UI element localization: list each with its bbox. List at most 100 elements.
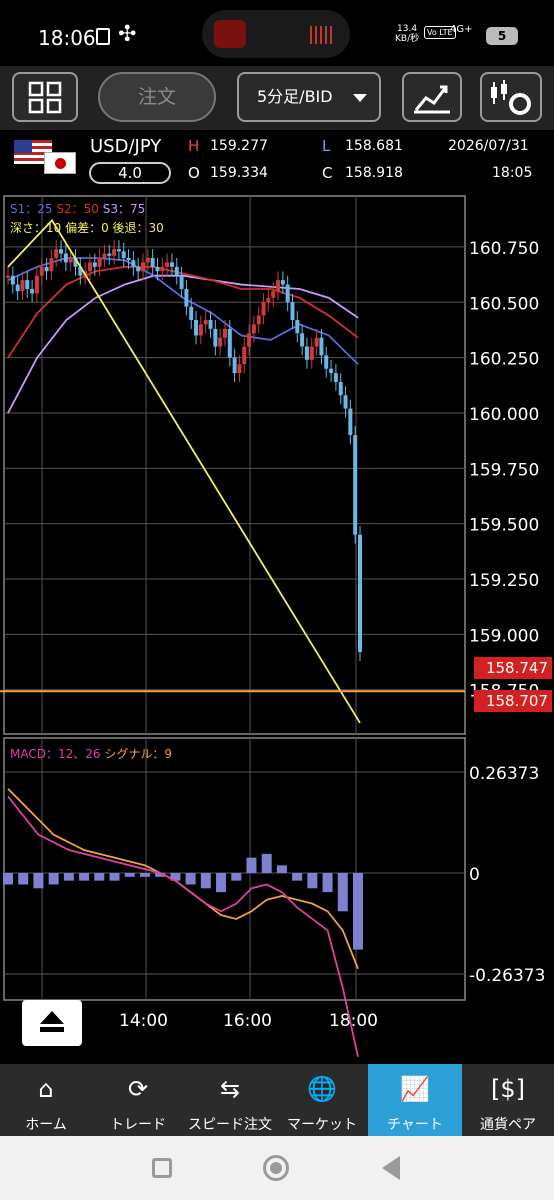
candle-body xyxy=(30,288,35,294)
candle-body xyxy=(198,324,203,336)
candle-body xyxy=(285,284,290,303)
macd-hist-bar xyxy=(276,865,287,873)
fan-icon: ✣ xyxy=(118,22,137,47)
macd-hist-bar xyxy=(353,873,363,950)
candle-body xyxy=(333,373,338,382)
close-label: C xyxy=(322,164,333,182)
quote-date: 2026/07/31 xyxy=(448,138,529,154)
candle-body xyxy=(343,395,348,409)
candle-body xyxy=(169,262,174,267)
grid-icon xyxy=(28,81,62,114)
candle-body xyxy=(174,266,179,276)
y-tick-label: 159.000 xyxy=(469,626,539,646)
eject-icon xyxy=(40,1011,64,1024)
candle-body xyxy=(155,266,160,272)
x-tick-label: 18:00 xyxy=(329,1011,378,1031)
chart-toolbar: 注文 5分足/BID xyxy=(0,66,554,130)
candle-body xyxy=(189,306,194,320)
home-circle-icon[interactable] xyxy=(263,1155,289,1181)
zigzag-legend: 深さ：10 偏差：0 後退：30 xyxy=(10,221,164,235)
trade-icon: ⟳ xyxy=(127,1075,149,1103)
candle-body xyxy=(112,249,117,256)
chart-settings-button[interactable] xyxy=(480,72,542,122)
candle-body xyxy=(116,249,121,252)
nav-trade[interactable]: ⟳ トレード xyxy=(92,1064,184,1136)
macd-hist-bar xyxy=(124,873,135,877)
signal-line xyxy=(7,788,359,970)
zigzag-line xyxy=(7,218,361,724)
camera-island xyxy=(202,10,350,58)
macd-hist-bar xyxy=(246,857,257,873)
chart-area[interactable]: 160.750 160.500 160.250 160.000 159.750 159.5… xyxy=(0,188,554,1064)
candle-body xyxy=(39,266,44,276)
candle-body xyxy=(227,328,232,358)
price-chart[interactable]: 160.750 160.500 160.250 160.000 159.750 159.5… xyxy=(0,188,554,1064)
candle-body xyxy=(87,262,92,272)
s3-ma-line xyxy=(7,274,359,414)
macd-hist-bar xyxy=(292,873,303,881)
bottom-nav: ⌂ ホーム ⟳ トレード ⇆ スピード注文 🌐 マーケット 📈 チャート [$]… xyxy=(0,1064,554,1136)
macd-plot-frame xyxy=(3,737,466,1001)
candle-body xyxy=(107,253,112,256)
layout-grid-button[interactable] xyxy=(12,72,78,122)
close-value: 158.918 xyxy=(345,165,403,181)
candle-body xyxy=(290,302,295,320)
candle-body xyxy=(184,288,189,307)
macd-y-tick-label: -0.26373 xyxy=(469,966,545,986)
candle-body xyxy=(203,319,208,325)
s2-legend: S2：50 xyxy=(56,202,99,216)
collapse-panel-button[interactable] xyxy=(22,1000,82,1046)
quote-time: 18:05 xyxy=(492,165,533,181)
system-nav-bar xyxy=(0,1136,554,1200)
candle-body xyxy=(309,346,314,360)
candle-body xyxy=(242,346,247,365)
macd-hist-bar xyxy=(48,873,59,885)
candle-settings-icon xyxy=(491,80,531,115)
nav-speed-order-label: スピード注文 xyxy=(188,1117,272,1133)
status-bar: 18:06 ✣ 13.4 KB/秒 Vo LTE 4G+ 5 xyxy=(0,0,554,66)
signal-icon: 4G+ xyxy=(450,24,473,35)
macd-legend-label: MACD：12、26 xyxy=(10,747,101,761)
candle-body xyxy=(179,275,184,289)
order-button[interactable]: 注文 xyxy=(98,72,216,122)
candle-body xyxy=(131,260,136,267)
s1-legend: S1：25 xyxy=(10,202,53,216)
s3-legend: S3：75 xyxy=(102,202,146,216)
high-value: 159.277 xyxy=(210,138,268,154)
status-time: 18:06 xyxy=(38,26,96,50)
nav-currency-pair[interactable]: [$] 通貨ペア xyxy=(462,1064,554,1136)
macd-hist-bar xyxy=(200,873,211,889)
signal-legend-label: シグナル：9 xyxy=(104,747,172,761)
nav-currency-pair-label: 通貨ペア xyxy=(480,1117,536,1133)
macd-y-tick-label: 0.26373 xyxy=(469,764,539,784)
period-select[interactable]: 5分足/BID xyxy=(237,72,381,122)
candle-body xyxy=(102,253,107,258)
line-chart-icon xyxy=(414,85,450,114)
chart-type-button[interactable] xyxy=(402,72,462,122)
candle-body xyxy=(6,275,10,278)
candle-body xyxy=(280,280,285,285)
recents-icon[interactable] xyxy=(152,1158,172,1178)
candle-body xyxy=(314,337,319,347)
nav-home[interactable]: ⌂ ホーム xyxy=(0,1064,92,1136)
candle-body xyxy=(266,297,271,303)
audio-bars-icon xyxy=(310,26,334,44)
chart-icon: 📈 xyxy=(400,1075,430,1103)
main-plot-frame xyxy=(3,195,466,735)
back-icon[interactable] xyxy=(382,1156,400,1180)
nav-speed-order[interactable]: ⇆ スピード注文 xyxy=(184,1064,276,1136)
home-icon: ⌂ xyxy=(38,1075,54,1103)
candle-body xyxy=(194,319,199,336)
candle-body xyxy=(145,257,150,263)
candle-body xyxy=(44,266,49,272)
candle-body xyxy=(329,368,334,374)
nav-market[interactable]: 🌐 マーケット xyxy=(276,1064,368,1136)
nav-chart[interactable]: 📈 チャート xyxy=(368,1064,462,1136)
open-value: 159.334 xyxy=(210,165,268,181)
y-tick-label: 160.750 xyxy=(469,239,539,259)
ma-legend: S1：25 S2：50 S3：75 xyxy=(10,200,145,217)
candle-body xyxy=(304,346,309,360)
caret-down-icon xyxy=(353,94,367,102)
macd-hist-bar xyxy=(231,873,242,881)
currency-pair[interactable]: USD/JPY xyxy=(90,136,161,157)
